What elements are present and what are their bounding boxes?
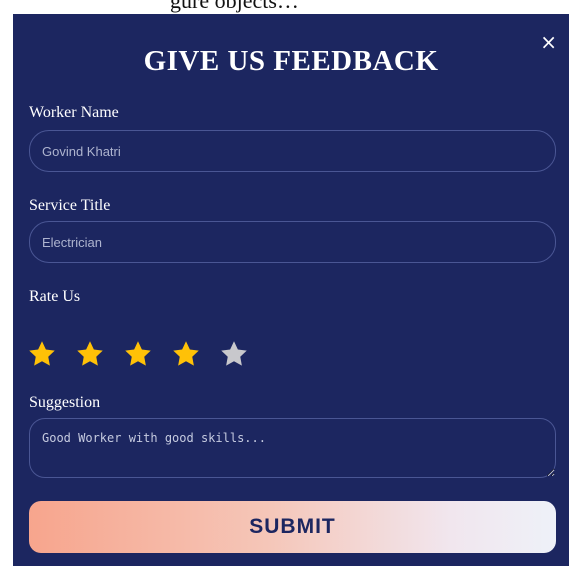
suggestion-label: Suggestion	[29, 394, 101, 411]
rate-us-label: Rate Us	[29, 288, 81, 305]
modal-title: GIVE US FEEDBACK	[143, 45, 439, 77]
star-icon-4[interactable]	[171, 339, 201, 369]
worker-name-input[interactable]	[29, 130, 556, 172]
star-icon-1[interactable]	[27, 339, 57, 369]
star-icon-5[interactable]	[219, 339, 249, 369]
suggestion-textarea[interactable]	[29, 418, 556, 478]
feedback-modal: × GIVE US FEEDBACK Worker Name Service T…	[13, 14, 569, 566]
worker-name-label: Worker Name	[29, 104, 119, 121]
page-caption-fragment: gure objects…	[0, 0, 569, 14]
star-icon-2[interactable]	[75, 339, 105, 369]
star-rating	[27, 339, 249, 369]
star-icon-3[interactable]	[123, 339, 153, 369]
submit-button[interactable]: SUBMIT	[29, 501, 556, 553]
service-title-label: Service Title	[29, 197, 111, 214]
service-title-input[interactable]	[29, 221, 556, 263]
